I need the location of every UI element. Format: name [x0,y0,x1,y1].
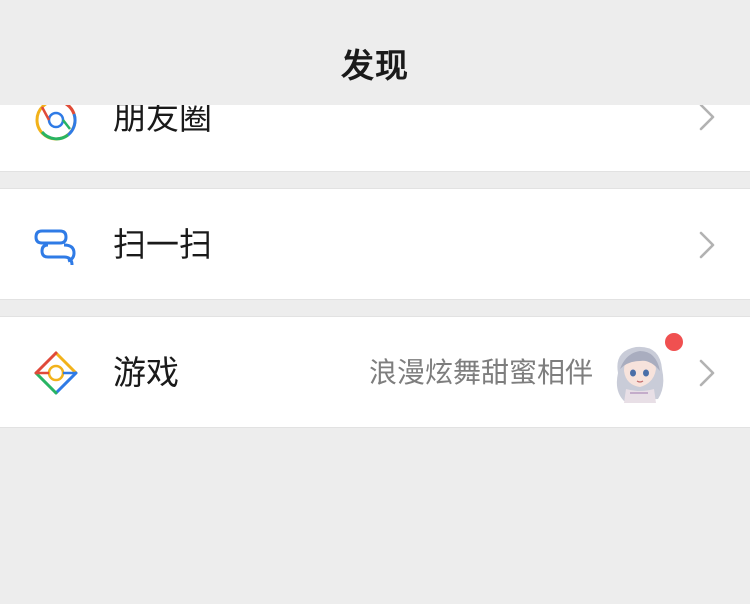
games-promo-text: 浪漫炫舞甜蜜相伴 [368,356,593,389]
notification-red-dot [665,333,683,351]
chevron-right-icon [699,359,715,387]
chevron-right-icon [699,231,715,259]
scan-label: 扫一扫 [113,225,212,264]
scan-icon [34,229,76,266]
page-title: 发现 [341,45,409,85]
games-row[interactable]: 游戏 浪漫炫舞甜蜜相伴 [0,316,750,428]
chevron-right-icon [699,103,715,131]
games-icon [34,351,78,395]
game-character-avatar [616,346,664,403]
scan-row[interactable]: 扫一扫 [0,188,750,300]
nav-header: 发现 [0,0,750,105]
games-label: 游戏 [113,353,179,392]
